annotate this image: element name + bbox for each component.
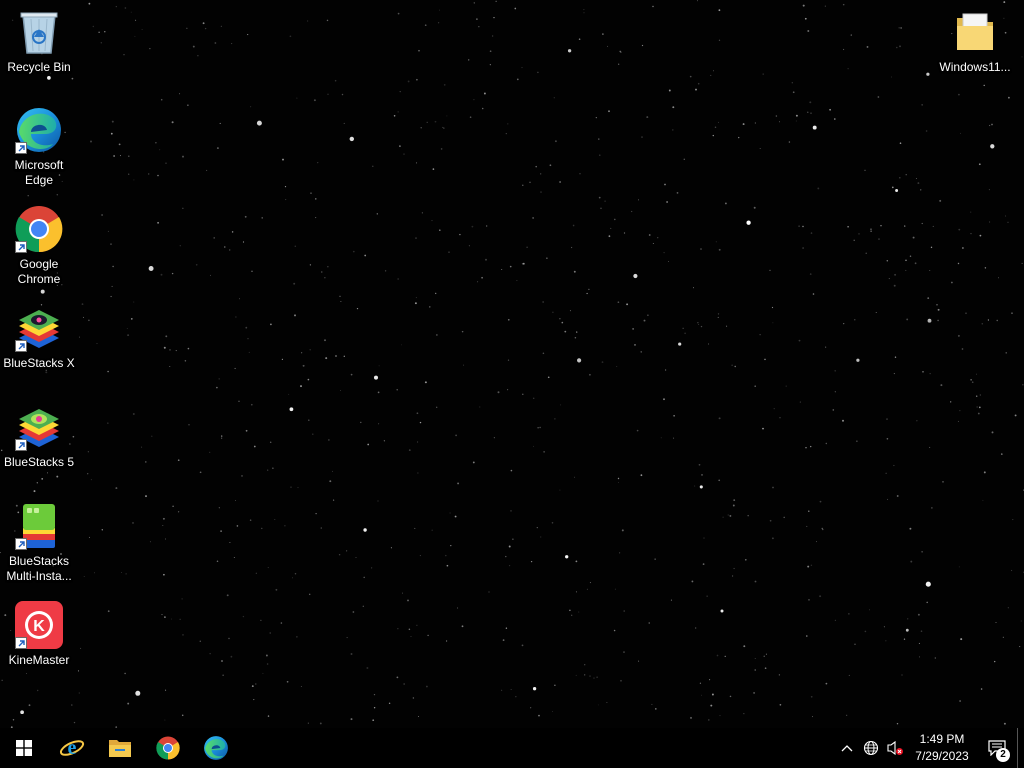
edge-icon [15,106,63,154]
desktop-icon-microsoft-edge[interactable]: Microsoft Edge [1,106,77,188]
action-center-button[interactable]: 2 [977,728,1017,768]
shortcut-arrow-icon [15,241,27,253]
system-tray: 1:49 PM 7/29/2023 2 [835,728,1024,768]
shortcut-arrow-icon [15,637,27,649]
folder-icon [951,8,999,56]
shortcut-arrow-icon [15,439,27,451]
taskbar-google-chrome[interactable] [144,728,192,768]
notification-count-badge: 2 [996,748,1010,762]
clock[interactable]: 1:49 PM 7/29/2023 [907,731,977,765]
show-hidden-icons-button[interactable] [835,728,859,768]
desktop-icon-google-chrome[interactable]: Google Chrome [1,205,77,287]
desktop-icon-label: BlueStacks Multi-Insta... [6,554,72,583]
clock-time: 1:49 PM [919,732,965,746]
desktop-icon-bluestacks-5[interactable]: BlueStacks 5 [1,403,77,470]
kinemaster-icon: K [15,601,63,649]
taskbar-microsoft-edge[interactable] [192,728,240,768]
chevron-up-icon [841,745,853,752]
clock-date: 7/29/2023 [915,749,969,763]
edge-icon [204,736,228,760]
svg-text:K: K [33,618,45,635]
windows-start-icon [16,740,32,756]
shortcut-arrow-icon [15,340,27,352]
starfield-wallpaper [0,0,1024,728]
network-globe-icon [863,740,879,756]
network-button[interactable] [859,728,883,768]
volume-button[interactable] [883,728,907,768]
bluestacks-5-icon [15,403,63,451]
desktop-icon-bluestacks-multi-instance[interactable]: BlueStacks Multi-Insta... [1,502,77,584]
start-button[interactable] [0,728,48,768]
bluestacks-x-icon [15,304,63,352]
svg-text:e: e [68,737,77,759]
taskbar[interactable]: e 1:49 PM 7/29/2023 2 [0,728,1024,768]
desktop-icon-recycle-bin[interactable]: Recycle Bin [1,8,77,75]
desktop[interactable]: Recycle Bin Microsoft Edge Google Chrome… [0,0,1024,728]
volume-muted-icon [887,740,903,756]
taskbar-file-explorer[interactable] [96,728,144,768]
desktop-icon-label: BlueStacks X [3,356,75,370]
desktop-icon-label: Windows11... [939,60,1011,74]
desktop-icon-label: Microsoft Edge [14,158,64,187]
desktop-icon-label: Recycle Bin [7,60,71,74]
recycle-bin-icon [15,8,63,56]
shortcut-arrow-icon [15,142,27,154]
chrome-icon [156,736,180,760]
taskbar-internet-explorer[interactable]: e [48,728,96,768]
chrome-icon [15,205,63,253]
desktop-icon-windows11-folder[interactable]: Windows11... [937,8,1013,75]
desktop-icon-label: KineMaster [8,653,70,667]
desktop-icon-bluestacks-x[interactable]: BlueStacks X [1,304,77,371]
desktop-icon-label: BlueStacks 5 [3,455,75,469]
bluestacks-multi-instance-icon [15,502,63,550]
desktop-icon-label: Google Chrome [17,257,61,286]
show-desktop-button[interactable] [1017,728,1024,768]
desktop-icon-kinemaster[interactable]: K KineMaster [1,601,77,668]
shortcut-arrow-icon [15,538,27,550]
internet-explorer-icon: e [59,737,85,759]
file-explorer-icon [109,740,131,757]
